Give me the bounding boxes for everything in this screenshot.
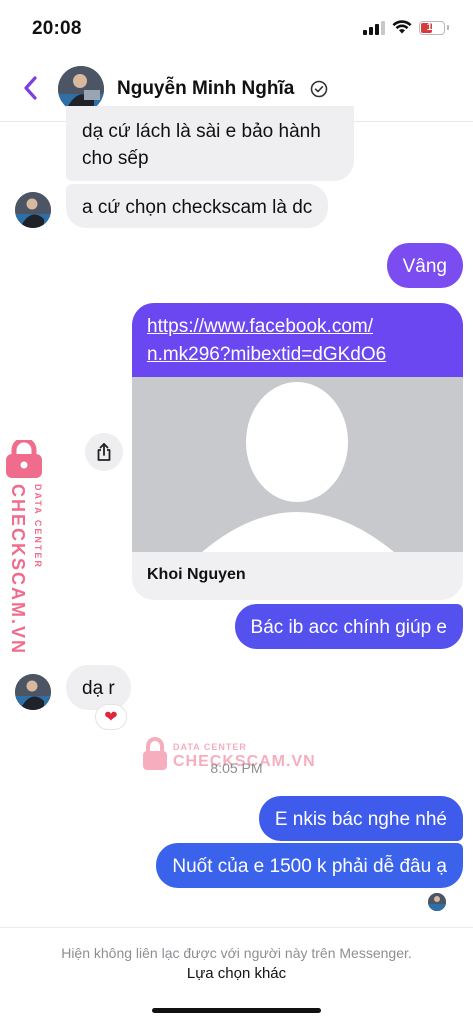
message-text: Nuốt của e 1500 k phải dễ đâu ạ [172,856,447,877]
message-text: dạ r [82,678,115,699]
status-time: 20:08 [32,18,82,39]
link-url-line: https://www.facebook.com/ [147,316,373,337]
share-button[interactable] [85,433,123,471]
watermark-sub: DATA CENTER [33,484,43,569]
message-bubble-received[interactable]: dạ cứ lách là sài e bảo hành cho sếp [66,106,354,181]
link-url[interactable]: https://www.facebook.com/ n.mk296?mibext… [132,303,463,377]
other-options-button[interactable]: Lựa chọn khác [0,965,473,982]
watermark-vertical: CHECKSCAM.VN DATA CENTER [4,440,54,655]
contact-name[interactable]: Nguyễn Minh Nghĩa [117,78,294,100]
battery-level: 11 [426,22,438,33]
message-text: E nkis bác nghe nhé [274,809,447,830]
sender-avatar[interactable] [15,674,51,710]
message-bubble-sent[interactable]: Bác ib acc chính giúp e [234,604,463,649]
lock-icon [6,440,42,478]
message-text-line: dạ cứ lách là sài e bảo hành [82,121,321,142]
message-bubble-received[interactable]: a cứ chọn checkscam là dc [66,184,329,228]
message-bubble-sent[interactable]: Nuốt của e 1500 k phải dễ đâu ạ [156,843,463,888]
message-bubble-sent[interactable]: E nkis bác nghe nhé [258,796,463,841]
home-indicator[interactable] [152,1008,321,1013]
share-icon [97,443,111,461]
cellular-signal-icon [363,20,385,35]
reaction-emoji: ❤ [104,709,118,726]
link-preview-card[interactable]: https://www.facebook.com/ n.mk296?mibext… [132,303,463,600]
profile-placeholder-image [132,377,463,552]
message-bubble-sent[interactable]: Vâng [386,243,463,288]
footer-divider [0,927,473,928]
status-icons: 11 [363,20,449,35]
message-bubble-received[interactable]: dạ r [66,665,131,710]
sender-avatar[interactable] [15,192,51,228]
message-text: Bác ib acc chính giúp e [250,617,447,638]
battery-icon: 11 [419,20,445,35]
back-arrow-icon[interactable] [20,74,42,102]
link-url-line: n.mk296?mibextid=dGKdO6 [147,344,387,365]
message-text: Vâng [402,256,447,277]
check-circle-icon [310,80,328,98]
message-timestamp: 8:05 PM [210,760,263,776]
heart-reaction-icon[interactable]: ❤ [95,704,127,730]
read-receipt-avatar [428,893,446,911]
message-text: a cứ chọn checkscam là dc [82,197,313,218]
watermark-brand: CHECKSCAM.VN [8,484,28,656]
link-card-title: Khoi Nguyen [147,566,246,583]
watermark-sub: DATA CENTER [173,742,247,752]
wifi-icon [392,20,412,34]
message-text-line: cho sếp [82,148,149,169]
unavailable-notice: Hiện không liên lạc được với người này t… [61,945,412,961]
battery-cap [447,25,449,30]
